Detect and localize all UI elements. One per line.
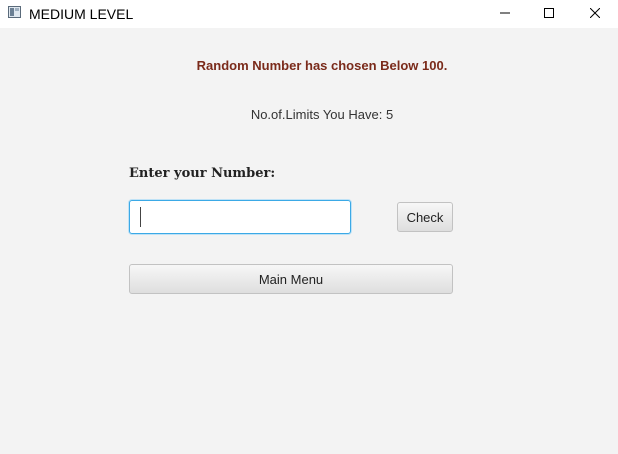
window-title: MEDIUM LEVEL	[29, 6, 134, 22]
random-number-headline: Random Number has chosen Below 100.	[196, 58, 448, 73]
minimize-icon	[500, 5, 510, 23]
maximize-icon	[544, 5, 554, 23]
number-input[interactable]	[129, 200, 351, 234]
limits-remaining-text: No.of.Limits You Have: 5	[250, 107, 394, 122]
close-icon	[589, 5, 601, 23]
close-button[interactable]	[572, 0, 618, 28]
enter-number-label: Enter your Number:	[129, 166, 276, 181]
minimize-button[interactable]	[482, 0, 528, 28]
main-menu-button[interactable]: Main Menu	[129, 264, 453, 294]
title-bar: MEDIUM LEVEL	[0, 0, 618, 28]
app-window-icon	[8, 6, 21, 18]
maximize-button[interactable]	[526, 0, 572, 28]
text-caret	[140, 207, 141, 227]
check-button[interactable]: Check	[397, 202, 453, 232]
